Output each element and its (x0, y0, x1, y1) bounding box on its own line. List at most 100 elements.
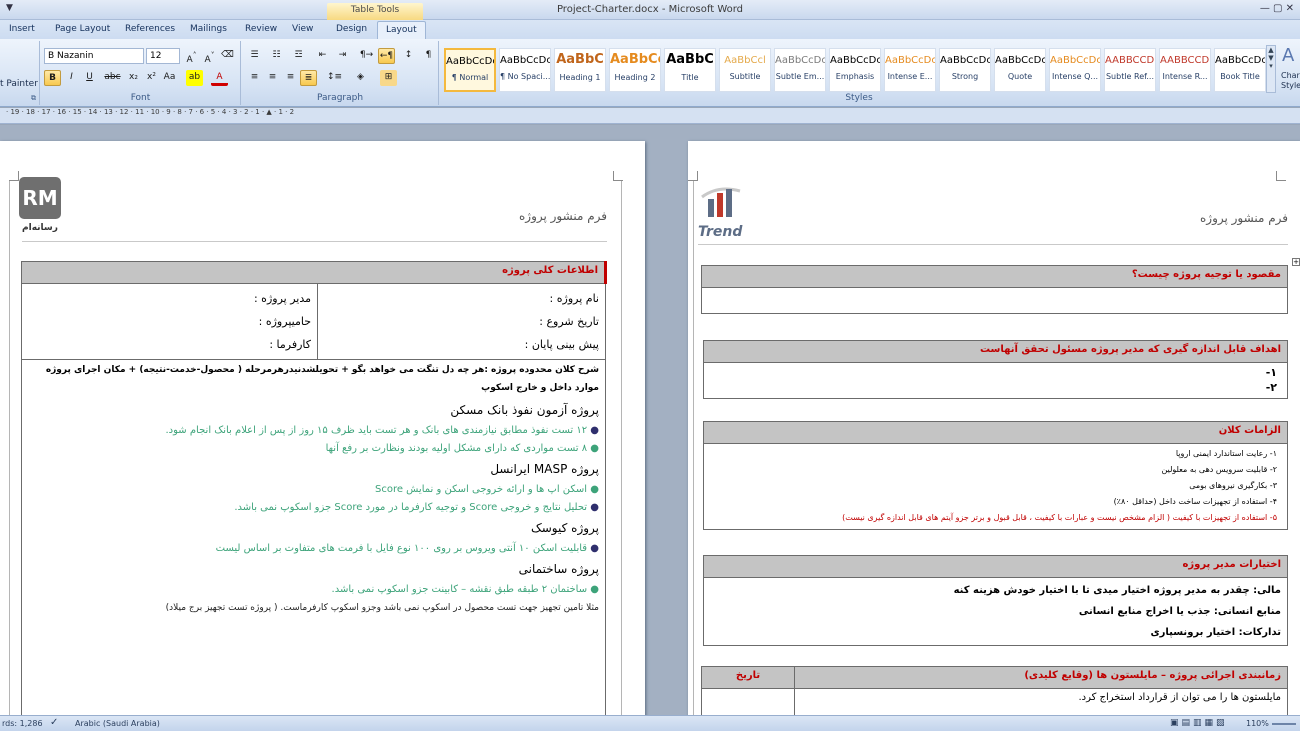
requirement-item: ۲- قابلیت سرویس دهی به معلولین (1161, 465, 1277, 474)
tab-references[interactable]: References (125, 24, 175, 34)
goals-cell[interactable]: ۱- ۲- (703, 362, 1288, 399)
style-intense-q[interactable]: AaBbCcDc Intense Q... (1049, 48, 1101, 92)
tab-page-layout[interactable]: Page Layout (55, 24, 110, 34)
clear-format-icon[interactable]: ⌫ (219, 48, 236, 64)
crop-mark (1276, 171, 1286, 181)
authority-table[interactable]: اختیارات مدیر پروژه مالی: چقدر به مدیر پ… (703, 555, 1288, 646)
style-title[interactable]: AaBbC Title (664, 48, 716, 92)
tab-design[interactable]: Design (336, 24, 367, 34)
style-subtitle[interactable]: AaBbCcl Subtitle (719, 48, 771, 92)
authority-cell[interactable]: مالی: چقدر به مدیر پروژه اختیار میدی تا … (703, 577, 1288, 646)
align-left-icon[interactable]: ≡ (246, 70, 263, 86)
horizontal-ruler[interactable]: · 19 · 18 · 17 · 16 · 15 · 14 · 13 · 12 … (0, 108, 1300, 124)
multilevel-list-icon[interactable]: ☲ (290, 48, 307, 64)
styles-scroll-icon[interactable]: ▲ ▼ ▾ (1266, 45, 1276, 93)
info-cell-right[interactable]: نام پروژه : تاریخ شروع : پیش بینی پایان … (317, 283, 606, 360)
decrease-indent-icon[interactable]: ⇤ (314, 48, 331, 64)
language-indicator[interactable]: Arabic (Saudi Arabia) (75, 719, 160, 728)
highlight-icon[interactable]: ab (186, 70, 203, 86)
style-intense-e[interactable]: AaBbCcDc Intense E... (884, 48, 936, 92)
font-name-combo[interactable]: B Nazanin (44, 48, 144, 64)
general-info-table[interactable]: اطلاعات کلی پروژه مدیر پروژه : حامیپروژه… (21, 261, 607, 715)
paragraph-group-label: Paragraph (316, 93, 364, 103)
goals-table[interactable]: اهداف قابل اندازه گیری که مدیر پروژه مسئ… (703, 340, 1288, 399)
style-book-title[interactable]: AaBbCcDc Book Title (1214, 48, 1266, 92)
info-cell-left[interactable]: مدیر پروژه : حامیپروژه : کارفرما : (21, 283, 318, 360)
style-heading[interactable]: AaBbC Heading 1 (554, 48, 606, 92)
line-spacing-icon[interactable]: ↕≡ (326, 70, 343, 86)
style-subtle-ref[interactable]: AABBCCDE Subtle Ref... (1104, 48, 1156, 92)
font-color-icon[interactable]: A (211, 70, 228, 86)
status-bar: rds: 1,286 ✓ Arabic (Saudi Arabia) ▣▤▥▦▧… (0, 715, 1300, 731)
word-count[interactable]: rds: 1,286 (2, 719, 43, 728)
superscript-button[interactable]: x² (143, 70, 160, 86)
window-controls[interactable]: — ▢ ✕ (1260, 3, 1294, 14)
scope-cell[interactable]: شرح کلان محدوده پروژه :هر چه دل تنگت می … (21, 359, 606, 715)
schedule-table[interactable]: تاریخ زمانبندی اجرائی پروژه – مایلستون ه… (701, 666, 1288, 715)
increase-indent-icon[interactable]: ⇥ (334, 48, 351, 64)
font-size-combo[interactable]: 12 (146, 48, 180, 64)
rtl-direction-icon[interactable]: ←¶ (378, 48, 395, 64)
paragraph-group: ☰ ☷ ☲ ⇤ ⇥ ¶→ ←¶ ↕ ¶ ≡ ≡ ≡ ≣ ↕≡ ◈ ⊞ Parag… (242, 41, 439, 105)
justify-icon[interactable]: ≣ (300, 70, 317, 86)
shrink-font-button[interactable]: A˅ (201, 48, 218, 65)
authority-item: تدارکات: اختیار برونسپاری (1150, 627, 1282, 638)
align-right-icon[interactable]: ≡ (282, 70, 299, 86)
style-sample: AaBbCcDc (500, 55, 551, 66)
style-name: Title (681, 73, 699, 82)
project-title: پروژه کیوسک (531, 521, 599, 535)
sort-icon[interactable]: ↕ (400, 48, 417, 64)
grow-font-button[interactable]: A˄ (183, 48, 200, 65)
subscript-button[interactable]: x₂ (125, 70, 142, 86)
bullets-icon[interactable]: ☰ (246, 48, 263, 64)
style-subtle-em[interactable]: AaBbCcDc Subtle Em... (774, 48, 826, 92)
change-styles-icon[interactable]: A (1282, 45, 1294, 66)
numbering-icon[interactable]: ☷ (268, 48, 285, 64)
header-line (698, 244, 1288, 245)
style-strong[interactable]: AaBbCcDc Strong (939, 48, 991, 92)
italic-button[interactable]: I (63, 70, 80, 86)
format-painter-button[interactable]: t Painter (0, 79, 38, 89)
bold-button[interactable]: B (44, 70, 61, 86)
underline-button[interactable]: U (81, 70, 98, 86)
tab-insert[interactable]: Insert (9, 24, 35, 34)
change-case-button[interactable]: Aa (161, 70, 178, 86)
requirements-cell[interactable]: ۱- رعایت استاندارد ایمنی اروپا ۲- قابلیت… (703, 443, 1288, 530)
tab-layout[interactable]: Layout (377, 21, 426, 40)
dialog-launcher-icon[interactable]: ⧉ (31, 94, 36, 103)
style-normal[interactable]: AaBbCcDc ¶ Normal (444, 48, 496, 92)
style-intense-r[interactable]: AABBCCDE Intense R... (1159, 48, 1211, 92)
style-name: Intense R... (1162, 72, 1208, 81)
table-move-handle-icon[interactable]: + (1292, 258, 1300, 266)
proofing-check-icon[interactable]: ✓ (50, 717, 58, 728)
style-heading[interactable]: AaBbCc Heading 2 (609, 48, 661, 92)
borders-icon[interactable]: ⊞ (380, 70, 397, 86)
page-header-title: فرم منشور پروژه (518, 209, 607, 223)
style-quote[interactable]: AaBbCcDc Quote (994, 48, 1046, 92)
document-workspace[interactable]: RM رسانه‌ام فرم منشور پروژه اطلاعات کلی … (0, 125, 1300, 715)
styles-group: AaBbCcDc ¶ Normal AaBbCcDc ¶ No Spaci... AaB… (440, 41, 1278, 105)
strikethrough-button[interactable]: abc (104, 70, 121, 86)
zoom-level[interactable]: 110% (1246, 719, 1269, 728)
show-marks-icon[interactable]: ¶ (420, 48, 437, 64)
ltr-direction-icon[interactable]: ¶→ (358, 48, 375, 64)
authority-item: مالی: چقدر به مدیر پروژه اختیار میدی تا … (953, 585, 1281, 596)
schedule-note[interactable]: مایلستون ها را می توان از قرارداد استخرا… (794, 688, 1288, 715)
tab-mailings[interactable]: Mailings (190, 24, 227, 34)
font-group-label: Font (130, 93, 151, 103)
tab-review[interactable]: Review (245, 24, 277, 34)
align-center-icon[interactable]: ≡ (264, 70, 281, 86)
zoom-slider[interactable] (1272, 723, 1296, 725)
style-emphasis[interactable]: AaBbCcDc Emphasis (829, 48, 881, 92)
change-styles-button[interactable]: Char Style (1281, 71, 1300, 91)
requirement-item: ۱- رعایت استاندارد ایمنی اروپا (1175, 449, 1277, 458)
requirements-table[interactable]: الزامات کلان ۱- رعایت استاندارد ایمنی ار… (703, 421, 1288, 530)
purpose-cell[interactable] (701, 287, 1288, 314)
purpose-table[interactable]: مقصود یا توجیه پروژه چیست؟ (701, 265, 1288, 314)
goal-item: ۱- (1265, 366, 1277, 379)
view-buttons-icon[interactable]: ▣▤▥▦▧ (1170, 718, 1228, 728)
tab-view[interactable]: View (292, 24, 313, 34)
style-no-spaci[interactable]: AaBbCcDc ¶ No Spaci... (499, 48, 551, 92)
shading-icon[interactable]: ◈ (352, 70, 369, 86)
schedule-date-cell[interactable] (701, 688, 795, 715)
